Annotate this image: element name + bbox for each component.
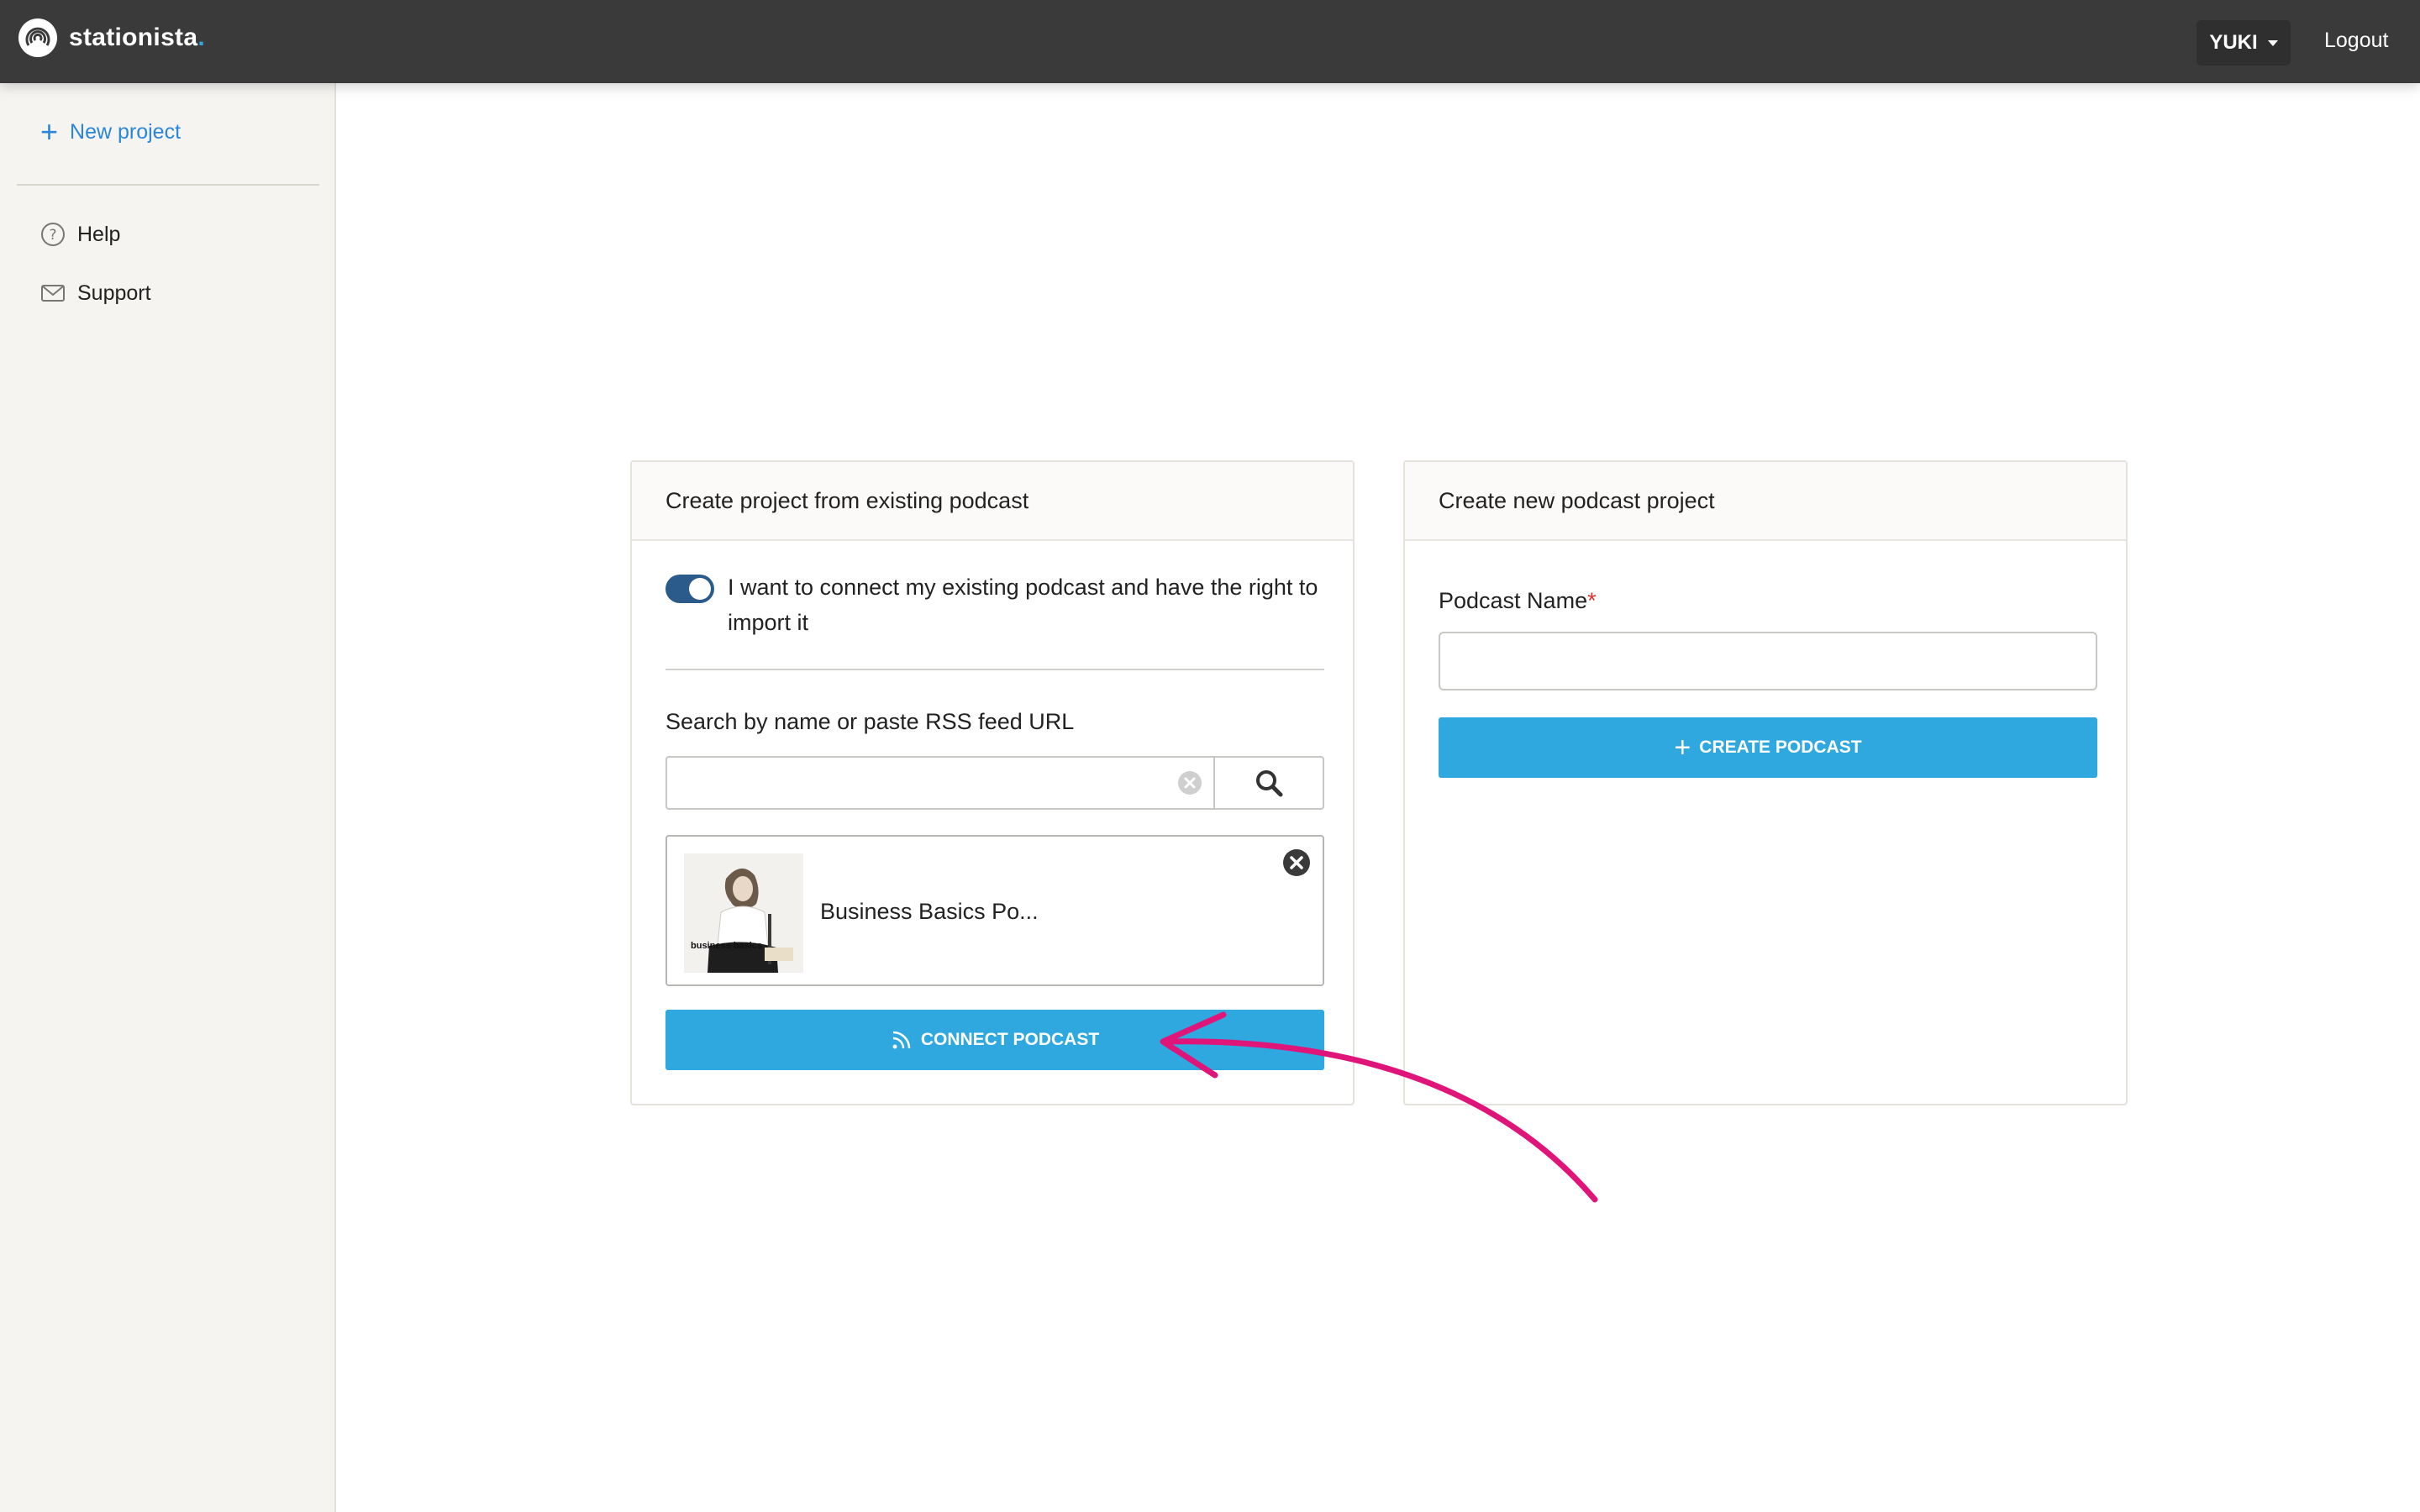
existing-card-title: Create project from existing podcast xyxy=(632,462,1353,541)
import-rights-toggle[interactable] xyxy=(666,575,714,603)
clear-circle-icon xyxy=(1178,771,1202,795)
help-circle-icon: ? xyxy=(41,223,65,246)
toggle-label: I want to connect my existing podcast an… xyxy=(728,575,1318,635)
existing-podcast-card: Create project from existing podcast I w… xyxy=(630,460,1355,1105)
top-navbar: stationista. YUKI Logout xyxy=(0,0,2420,83)
sidebar-divider xyxy=(17,184,319,186)
sidebar: + New project ? Help Support xyxy=(0,83,336,1512)
podcast-search-box xyxy=(666,756,1324,810)
create-podcast-button[interactable]: + CREATE PODCAST xyxy=(1439,717,2097,778)
envelope-icon xyxy=(41,285,65,302)
card-divider xyxy=(666,669,1324,670)
new-card-title: Create new podcast project xyxy=(1405,462,2126,541)
cover-art-icon xyxy=(684,853,803,973)
search-label: Search by name or paste RSS feed URL xyxy=(666,709,1075,734)
import-rights-toggle-row: I want to connect my existing podcast an… xyxy=(666,573,1324,640)
rss-icon xyxy=(892,1031,911,1049)
podcast-search-input[interactable] xyxy=(667,758,1166,808)
new-project-label: New project xyxy=(70,119,182,144)
search-icon xyxy=(1256,770,1283,797)
plus-icon: + xyxy=(40,114,59,149)
new-podcast-card: Create new podcast project Podcast Name*… xyxy=(1403,460,2128,1105)
brand-logo[interactable]: stationista. xyxy=(17,17,205,59)
connect-podcast-button[interactable]: CONNECT PODCAST xyxy=(666,1010,1324,1070)
podcast-name-label: Podcast Name* xyxy=(1439,588,1597,613)
caret-down-icon xyxy=(2267,39,2278,46)
logout-link[interactable]: Logout xyxy=(2324,29,2388,53)
svg-text:?: ? xyxy=(49,227,56,244)
podcast-name-input[interactable] xyxy=(1439,632,2097,690)
stationista-logo-icon xyxy=(18,18,57,57)
create-podcast-label: CREATE PODCAST xyxy=(1699,738,1862,757)
search-result-card[interactable]: business basics Business Basics Po... xyxy=(666,835,1324,986)
user-menu-dropdown[interactable]: YUKI xyxy=(2196,20,2291,66)
required-marker: * xyxy=(1587,588,1597,613)
sidebar-item-support[interactable]: Support xyxy=(40,281,151,306)
sidebar-item-label: Help xyxy=(77,222,121,246)
remove-result-icon[interactable] xyxy=(1282,848,1311,877)
sidebar-item-help[interactable]: ? Help xyxy=(40,222,120,247)
cover-text: business basics xyxy=(691,941,762,951)
brand-name: stationista. xyxy=(69,24,205,51)
sidebar-item-label: Support xyxy=(77,281,151,305)
plus-icon: + xyxy=(1674,732,1691,764)
new-project-link[interactable]: + New project xyxy=(40,117,181,147)
podcast-result-title: Business Basics Po... xyxy=(820,899,1039,924)
clear-search-button[interactable] xyxy=(1166,758,1213,808)
user-name: YUKI xyxy=(2209,31,2258,54)
podcast-cover-image: business basics xyxy=(684,853,803,973)
connect-podcast-label: CONNECT PODCAST xyxy=(920,1030,1100,1049)
search-button[interactable] xyxy=(1213,758,1323,808)
